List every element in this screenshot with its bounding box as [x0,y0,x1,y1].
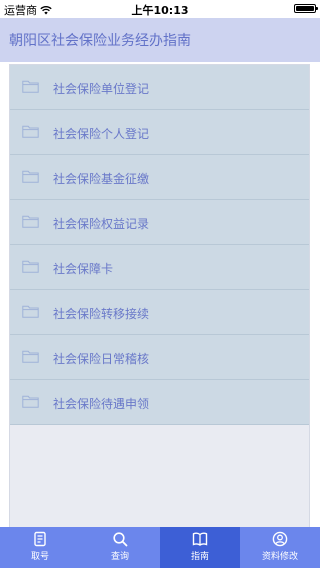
tab-user[interactable]: 资料修改 [240,527,320,568]
status-bar: 运营商 上午10:13 [0,0,320,18]
guide-item-label: 社会保险个人登记 [53,127,150,141]
tab-label: 指南 [190,552,209,562]
folder-icon [22,125,39,138]
book-icon [192,531,208,547]
tab-ticket[interactable]: 取号 [0,527,80,568]
guide-item-label: 社会保险权益记录 [53,217,150,231]
tab-label: 资料修改 [261,552,298,562]
tab-search[interactable]: 查询 [80,527,160,568]
guide-item-label: 社会保险基金征缴 [53,172,150,186]
app-screen: 运营商 上午10:13 朝阳区社会保险业务经办指南 社会保险单位登记 社会保险个… [0,0,320,568]
guide-item-label: 社会保险待遇申领 [53,397,150,411]
guide-item-3[interactable]: 社会保险基金征缴 [10,155,309,200]
guide-item-5[interactable]: 社会保障卡 [10,245,309,290]
guide-item-6[interactable]: 社会保险转移接续 [10,290,309,335]
tab-label: 取号 [30,552,49,562]
user-icon [272,531,288,547]
folder-icon [22,305,39,318]
battery-fill [296,6,314,11]
guide-item-2[interactable]: 社会保险个人登记 [10,110,309,155]
guide-panel: 社会保险单位登记 社会保险个人登记 社会保险基金征缴 社会保险权益记录 社会保障… [9,64,310,535]
guide-item-8[interactable]: 社会保险待遇申领 [10,380,309,425]
guide-item-label: 社会保险转移接续 [53,307,150,321]
guide-item-4[interactable]: 社会保险权益记录 [10,200,309,245]
search-icon [112,531,128,547]
page-title: 朝阳区社会保险业务经办指南 [9,33,191,49]
guide-item-1[interactable]: 社会保险单位登记 [10,65,309,110]
status-time: 上午10:13 [131,4,189,17]
guide-item-label: 社会保险单位登记 [53,82,150,96]
folder-icon [22,395,39,408]
ticket-icon [32,531,48,547]
tab-bar: 取号 查询 指南 资料修改 [0,527,320,568]
battery-icon [294,4,318,13]
guide-list: 社会保险单位登记 社会保险个人登记 社会保险基金征缴 社会保险权益记录 社会保障… [10,65,309,425]
content-area: 社会保险单位登记 社会保险个人登记 社会保险基金征缴 社会保险权益记录 社会保障… [0,62,320,535]
folder-icon [22,350,39,363]
folder-icon [22,170,39,183]
guide-item-7[interactable]: 社会保险日常稽核 [10,335,309,380]
page-header: 朝阳区社会保险业务经办指南 [0,18,320,62]
tab-label: 查询 [110,552,129,562]
guide-item-label: 社会保障卡 [53,262,114,276]
folder-icon [22,260,39,273]
tab-book[interactable]: 指南 [160,527,240,568]
folder-icon [22,80,39,93]
folder-icon [22,215,39,228]
guide-item-label: 社会保险日常稽核 [53,352,150,366]
